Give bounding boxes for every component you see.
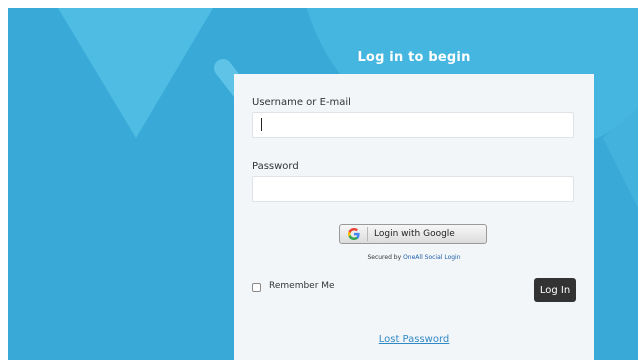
lost-password-link[interactable]: Lost Password [234, 334, 594, 345]
page-title: Log in to begin [357, 50, 471, 65]
google-g-icon [348, 228, 360, 240]
password-input[interactable] [252, 176, 574, 202]
login-with-google-button[interactable]: Login with Google [339, 224, 487, 244]
secured-by-text: Secured by OneAll Social Login [234, 254, 594, 261]
page-background: Log in to begin Username or E-mail Passw… [8, 8, 638, 360]
oneall-link[interactable]: OneAll Social Login [403, 254, 460, 261]
remember-me-checkbox[interactable] [252, 283, 261, 292]
log-in-button[interactable]: Log In [534, 278, 576, 302]
google-button-label: Login with Google [374, 229, 455, 239]
password-label: Password [252, 161, 299, 172]
username-label: Username or E-mail [252, 97, 351, 108]
login-form: Username or E-mail Password Login with G… [234, 74, 594, 360]
button-separator [367, 227, 368, 241]
username-field-wrapper [252, 112, 574, 138]
secured-prefix: Secured by [367, 254, 404, 261]
background-triangle [58, 8, 213, 138]
text-caret [261, 118, 262, 131]
remember-me-label[interactable]: Remember Me [269, 281, 335, 291]
username-input[interactable] [252, 112, 574, 138]
